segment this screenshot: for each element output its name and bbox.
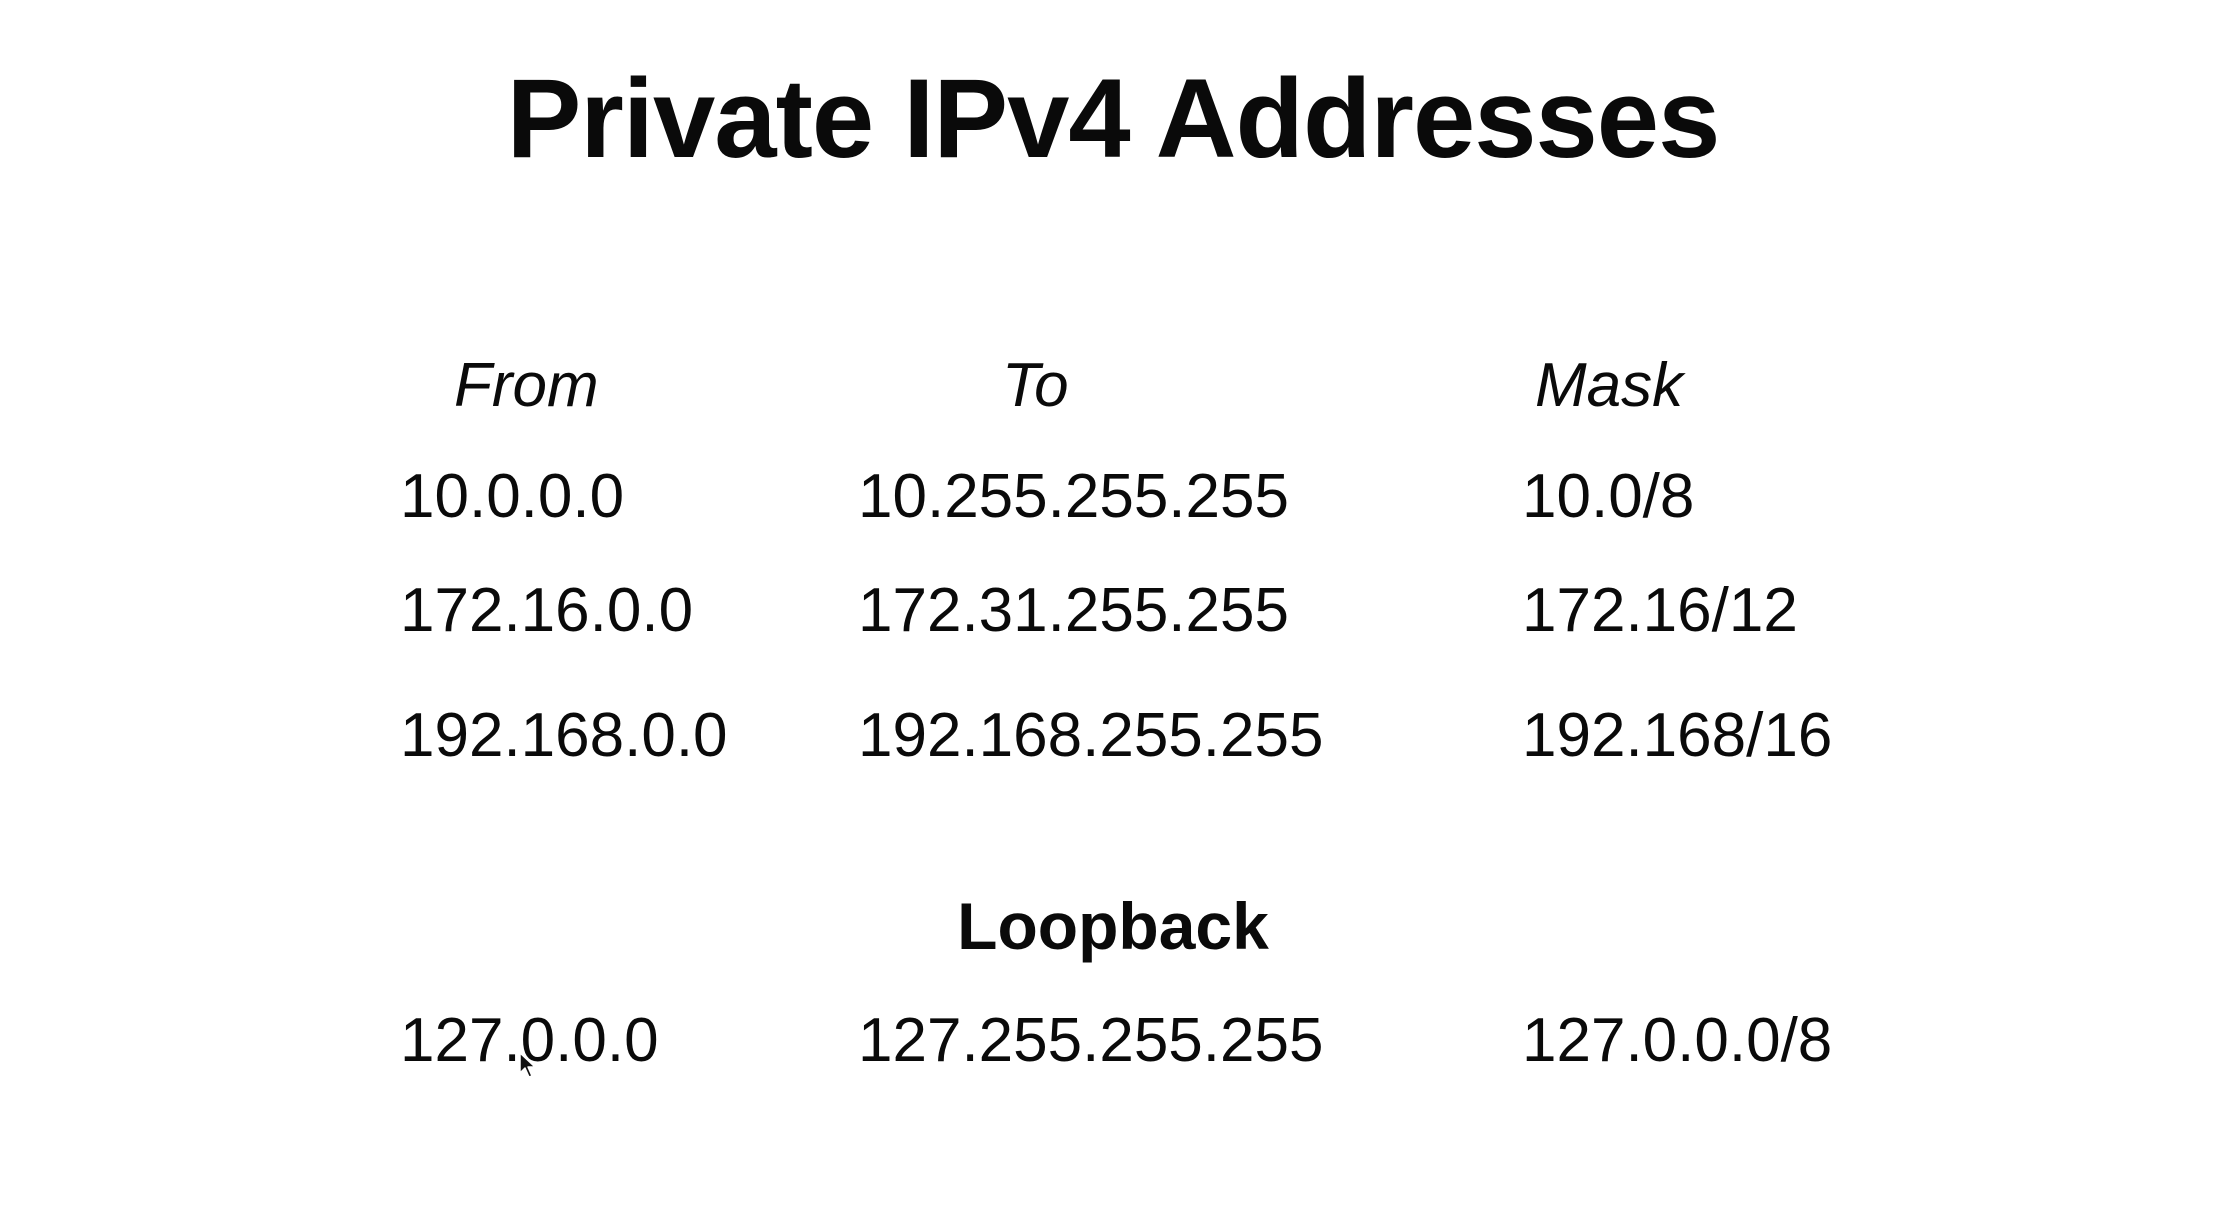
loopback-heading: Loopback <box>957 889 1269 963</box>
table-cell-to: 172.31.255.255 <box>858 576 1289 645</box>
table-cell-from: 172.16.0.0 <box>400 576 694 645</box>
slide: Private IPv4 Addresses From To Mask 10.0… <box>0 0 2226 1215</box>
table-cell-to: 10.255.255.255 <box>858 462 1289 531</box>
mouse-pointer-icon <box>519 1052 536 1078</box>
loopback-cell-mask: 127.0.0.0/8 <box>1522 1006 1833 1075</box>
table-cell-mask: 10.0/8 <box>1522 462 1695 531</box>
table-cell-from: 10.0.0.0 <box>400 462 625 531</box>
table-cell-to: 192.168.255.255 <box>858 701 1324 770</box>
column-header-from: From <box>454 351 599 420</box>
slide-title: Private IPv4 Addresses <box>506 56 1721 181</box>
loopback-cell-to: 127.255.255.255 <box>858 1006 1324 1075</box>
table-cell-mask: 172.16/12 <box>1522 576 1798 645</box>
table-cell-mask: 192.168/16 <box>1522 701 1833 770</box>
table-cell-from: 192.168.0.0 <box>400 701 728 770</box>
column-header-mask: Mask <box>1535 351 1684 420</box>
column-header-to: To <box>1002 351 1069 420</box>
